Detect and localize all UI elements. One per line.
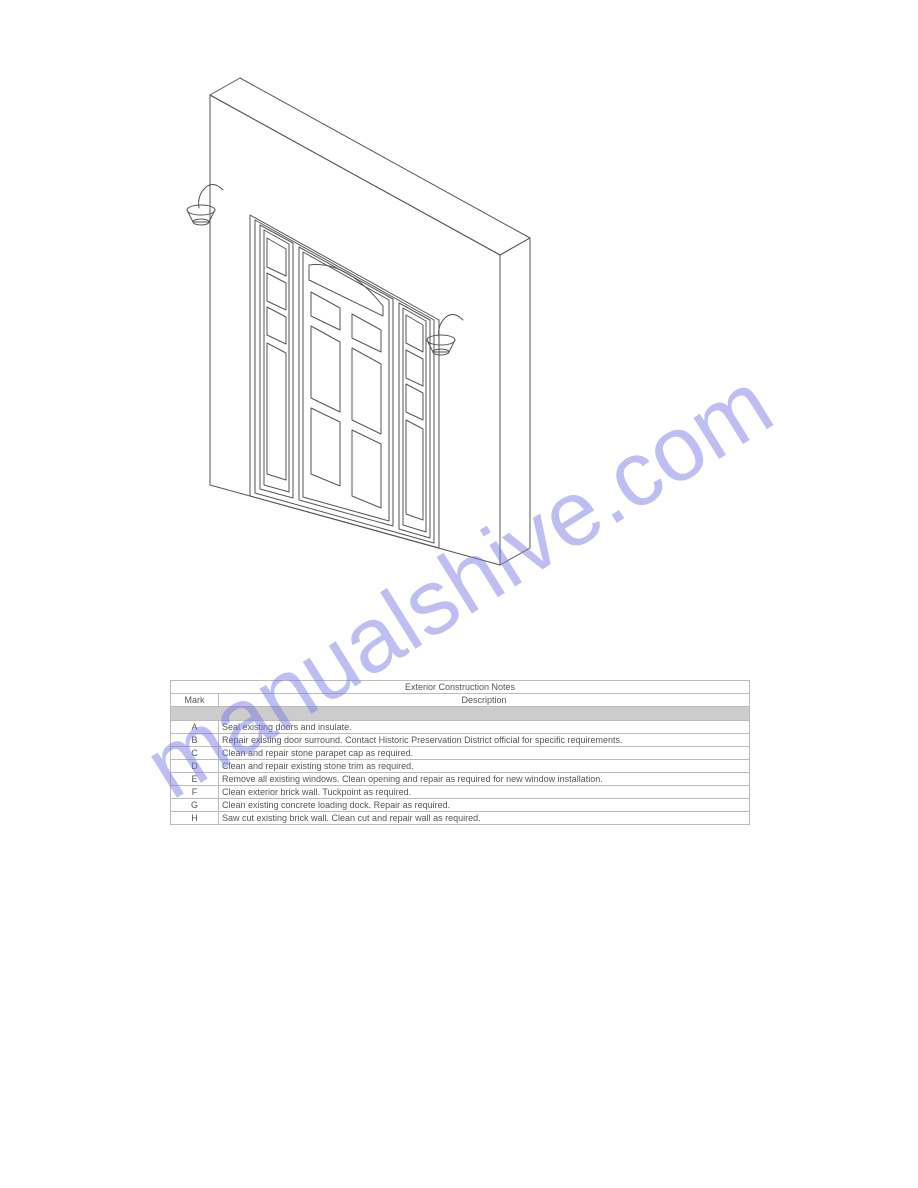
cell-mark: A — [171, 721, 219, 734]
table-row: CClean and repair stone parapet cap as r… — [171, 747, 750, 760]
cell-mark: G — [171, 799, 219, 812]
cell-mark: D — [171, 760, 219, 773]
table-row: BRepair existing door surround. Contact … — [171, 734, 750, 747]
col-mark: Mark — [171, 694, 219, 707]
cell-mark: H — [171, 812, 219, 825]
right-sconce-icon — [427, 314, 463, 355]
left-sconce-icon — [187, 184, 223, 225]
cell-description: Clean exterior brick wall. Tuckpoint as … — [219, 786, 750, 799]
cell-description: Saw cut existing brick wall. Clean cut a… — [219, 812, 750, 825]
cell-description: Clean and repair existing stone trim as … — [219, 760, 750, 773]
table-row: HSaw cut existing brick wall. Clean cut … — [171, 812, 750, 825]
table-title: Exterior Construction Notes — [171, 681, 750, 694]
cell-mark: C — [171, 747, 219, 760]
table-spacer — [171, 707, 750, 721]
cell-description: Repair existing door surround. Contact H… — [219, 734, 750, 747]
cell-mark: E — [171, 773, 219, 786]
cell-description: Seal existing doors and insulate. — [219, 721, 750, 734]
table-row: DClean and repair existing stone trim as… — [171, 760, 750, 773]
cell-description: Clean existing concrete loading dock. Re… — [219, 799, 750, 812]
col-description: Description — [219, 694, 750, 707]
document-page: Exterior Construction Notes Mark Descrip… — [0, 0, 918, 1188]
cell-mark: B — [171, 734, 219, 747]
cell-description: Clean and repair stone parapet cap as re… — [219, 747, 750, 760]
table-row: FClean exterior brick wall. Tuckpoint as… — [171, 786, 750, 799]
table-row: ERemove all existing windows. Clean open… — [171, 773, 750, 786]
table-row: ASeal existing doors and insulate. — [171, 721, 750, 734]
table-row: GClean existing concrete loading dock. R… — [171, 799, 750, 812]
cell-mark: F — [171, 786, 219, 799]
door-isometric-drawing — [165, 60, 685, 580]
construction-notes-table: Exterior Construction Notes Mark Descrip… — [170, 680, 750, 825]
cell-description: Remove all existing windows. Clean openi… — [219, 773, 750, 786]
